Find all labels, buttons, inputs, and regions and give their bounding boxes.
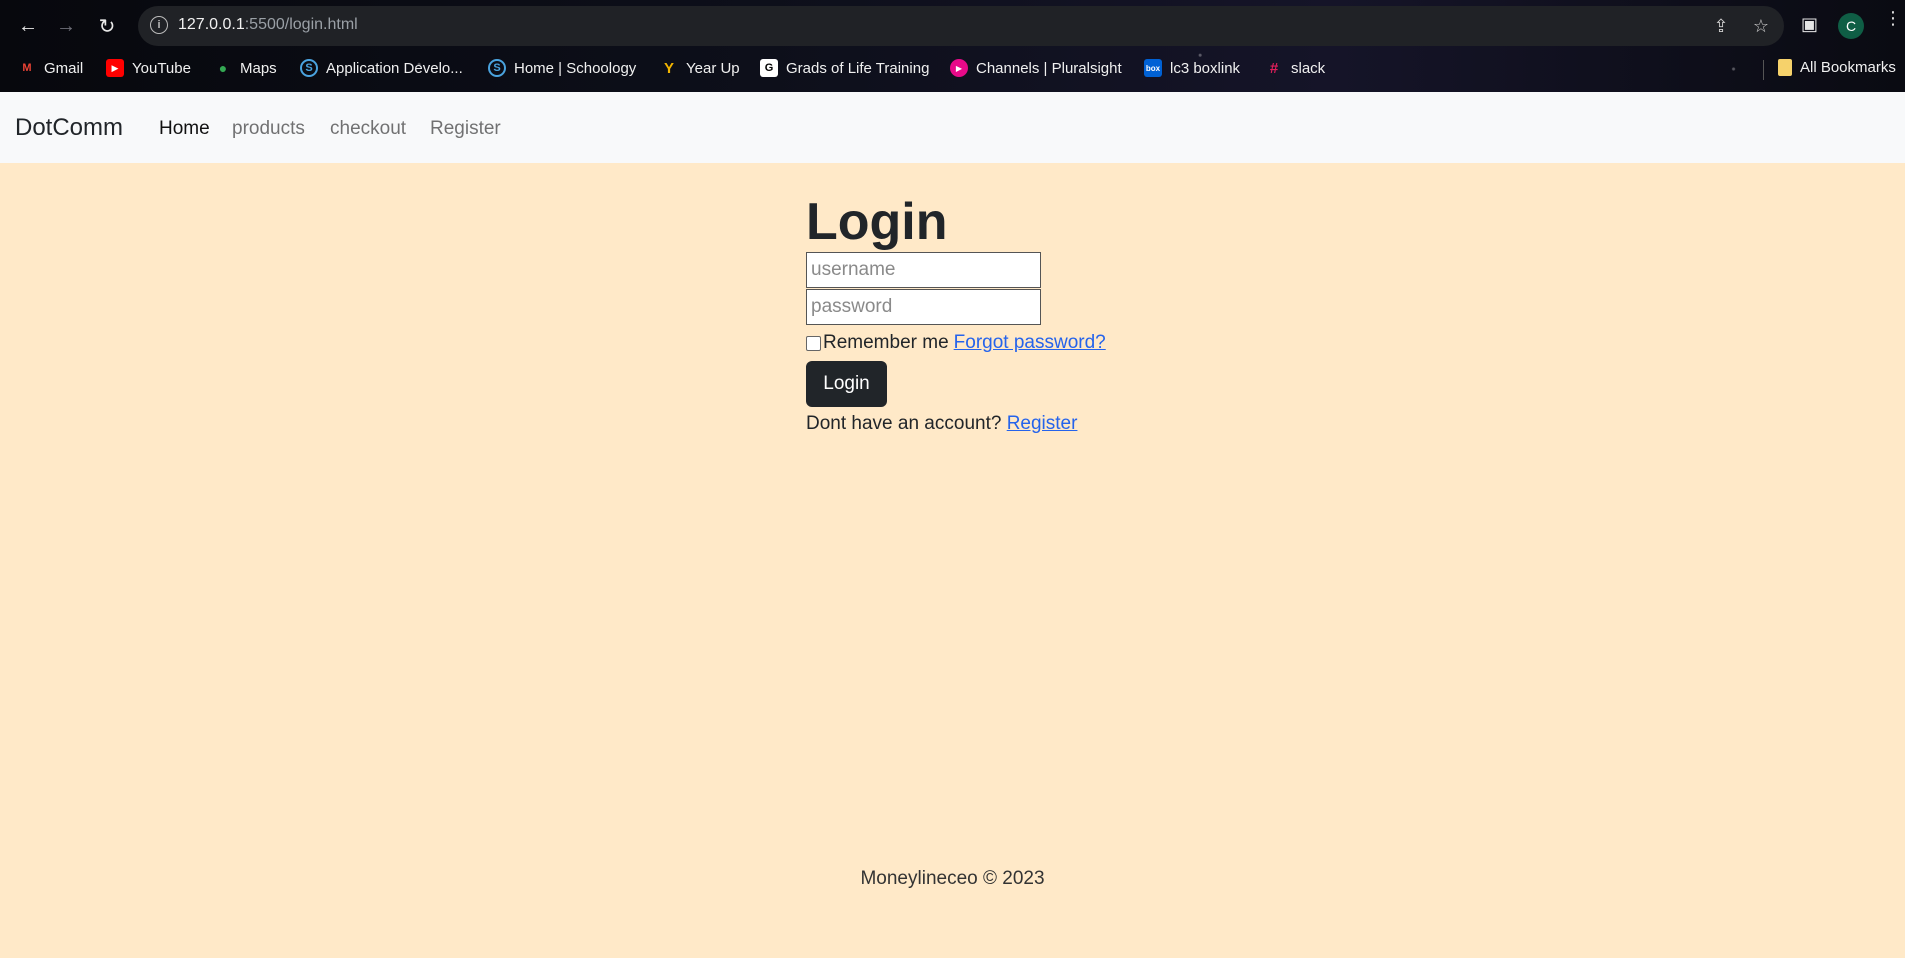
page-title: Login [806,193,948,251]
schoology-icon: S [300,59,318,77]
year-up-icon: Y [663,59,674,77]
schoology-icon: S [488,59,506,77]
site-navbar: DotComm Home products checkout Register [0,92,1905,163]
signup-row: Dont have an account? Register [806,413,1106,435]
bookmark-label: Grads of Life Training [786,59,930,77]
bookmark-pluralsight[interactable]: ▶ Channels | Pluralsight [950,59,1122,77]
bookmarks-divider [1763,60,1764,80]
bookmark-label: Home | Schoology [514,59,637,77]
username-input[interactable] [806,252,1041,288]
forgot-password-link[interactable]: Forgot password? [954,332,1106,354]
nav-link-products[interactable]: products [232,118,305,140]
pluralsight-icon: ▶ [950,59,968,77]
maps-pin-icon: ● [218,60,228,76]
brand-logo[interactable]: DotComm [15,114,123,142]
bookmark-gmail[interactable]: M Gmail [18,59,83,77]
url-host: 127.0.0.1 [178,16,245,33]
no-account-text: Dont have an account? [806,413,1002,434]
browser-menu-icon[interactable]: ⋮ [1884,9,1902,27]
remember-row: Remember me Forgot password? [806,329,1106,357]
bookmark-label: Gmail [44,59,84,77]
forward-arrow-icon[interactable]: → [52,12,80,40]
bookmark-application-develo[interactable]: S Application Develo... [300,59,463,77]
remember-label: Remember me [823,332,949,353]
bookmark-label: Maps [240,59,277,77]
login-form: Login Remember me Forgot password? Login… [806,192,1106,435]
bookmark-schoology[interactable]: S Home | Schoology [488,59,636,77]
bookmark-label: YouTube [132,59,191,77]
register-link[interactable]: Register [1007,413,1078,434]
nav-link-home[interactable]: Home [159,118,210,140]
browser-chrome: ← → ↻ i 127.0.0.1:5500/login.html ⇪ ☆ ▣ … [0,0,1905,92]
footer-copyright: Moneylineceo © 2023 [860,868,1045,889]
bookmark-slack[interactable]: # slack [1265,59,1325,77]
bookmarks-bar: M Gmail ▶ YouTube ● Maps S Application D… [0,52,1905,86]
bookmark-year-up[interactable]: Y Year Up [660,59,740,77]
bookmark-maps[interactable]: ● Maps [214,59,277,77]
all-bookmarks[interactable]: All Bookmarks [1778,59,1896,76]
side-panel-icon[interactable]: ▣ [1801,14,1818,35]
grads-of-life-icon: G [760,59,778,77]
bookmark-label: slack [1291,59,1326,77]
profile-avatar[interactable]: C [1838,13,1864,39]
bookmark-lc3-boxlink[interactable]: box lc3 boxlink [1144,59,1240,77]
bookmark-star-icon[interactable]: ☆ [1750,15,1772,37]
gmail-icon: M [22,62,32,74]
share-icon[interactable]: ⇪ [1710,15,1732,37]
all-bookmarks-label: All Bookmarks [1800,59,1896,76]
address-url[interactable]: 127.0.0.1:5500/login.html [178,16,358,34]
box-icon: box [1144,59,1162,77]
reload-icon[interactable]: ↻ [93,12,121,40]
bookmark-grads-of-life[interactable]: G Grads of Life Training [760,59,929,77]
bookmark-label: Application Develo... [326,59,463,77]
login-button[interactable]: Login [806,361,887,407]
url-path: :5500/login.html [244,16,358,33]
nav-link-checkout[interactable]: checkout [330,118,406,140]
nav-link-register[interactable]: Register [430,118,501,140]
slack-icon: # [1269,59,1279,77]
password-input[interactable] [806,289,1041,325]
bookmark-label: Channels | Pluralsight [976,59,1122,77]
bookmark-youtube[interactable]: ▶ YouTube [106,59,191,77]
address-bar[interactable]: i 127.0.0.1:5500/login.html ⇪ ☆ [138,6,1784,46]
youtube-icon: ▶ [106,59,124,77]
site-info-icon[interactable]: i [150,16,168,34]
remember-checkbox[interactable] [806,335,821,351]
bookmark-label: Year Up [686,59,740,77]
bookmark-label: lc3 boxlink [1170,59,1241,77]
back-arrow-icon[interactable]: ← [14,12,42,40]
folder-icon [1778,59,1792,76]
